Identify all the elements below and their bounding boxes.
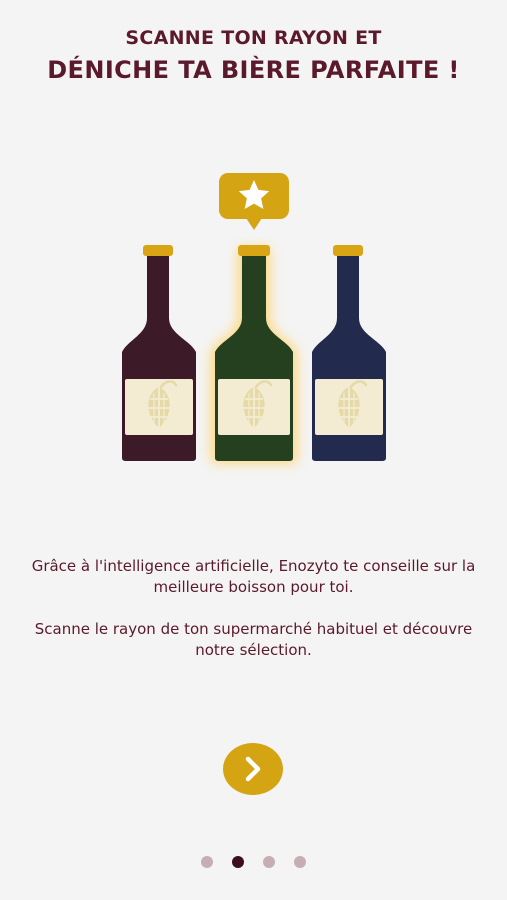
page-title-line2: DÉNICHE TA BIÈRE PARFAITE ! [47, 56, 460, 84]
star-badge [219, 173, 289, 230]
page-title-line1: SCANNE TON RAYON ET [125, 27, 382, 49]
bottle-green [211, 245, 297, 463]
description-paragraph-1: Grâce à l'intelligence artificielle, Eno… [31, 557, 476, 596]
onboarding-description: Grâce à l'intelligence artificielle, Eno… [30, 556, 477, 661]
beer-bottles-illustration [0, 168, 507, 478]
next-button[interactable] [223, 743, 283, 795]
page-dot-2[interactable] [232, 856, 244, 868]
page-dot-3[interactable] [263, 856, 275, 868]
bottle-navy [312, 245, 386, 461]
bottle-dark-red [122, 245, 196, 461]
pagination-dots [0, 856, 507, 868]
page-dot-4[interactable] [294, 856, 306, 868]
page-dot-1[interactable] [201, 856, 213, 868]
description-paragraph-2: Scanne le rayon de ton supermarché habit… [34, 620, 473, 659]
chevron-right-icon [245, 756, 261, 782]
onboarding-header: SCANNE TON RAYON ET DÉNICHE TA BIÈRE PAR… [0, 26, 507, 86]
